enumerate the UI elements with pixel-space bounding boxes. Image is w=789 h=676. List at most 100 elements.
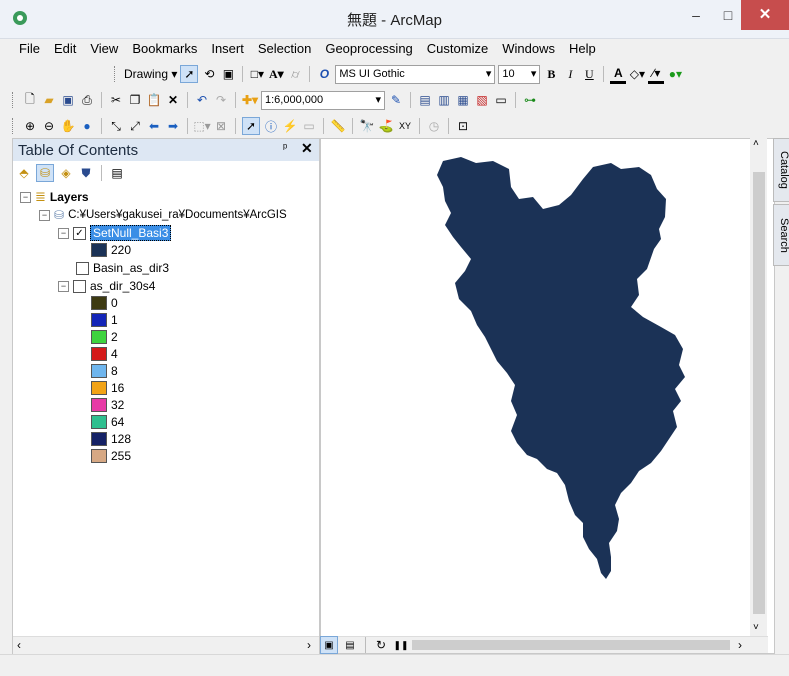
menu-geoprocessing[interactable]: Geoprocessing (318, 41, 419, 59)
underline-icon[interactable]: U (581, 66, 597, 82)
time-slider-icon[interactable]: ◷ (426, 118, 442, 134)
list-by-source-icon[interactable]: ⛁ (36, 164, 54, 182)
list-by-selection-icon[interactable]: ⛊ (78, 165, 94, 181)
fixed-zoom-in-icon[interactable]: ⤡ (108, 118, 124, 134)
measure-icon[interactable]: 📏 (330, 118, 346, 134)
list-by-visibility-icon[interactable]: ◈ (58, 165, 74, 181)
toolbar-grip[interactable] (114, 66, 118, 82)
menu-view[interactable]: View (83, 41, 125, 59)
find-binoculars-icon[interactable]: 🔭 (359, 118, 375, 134)
scroll-right-icon[interactable]: › (307, 638, 311, 652)
forward-arrow-icon[interactable]: ➡ (165, 118, 181, 134)
data-view-icon[interactable]: ▣ (320, 636, 338, 654)
menu-insert[interactable]: Insert (204, 41, 251, 59)
menu-help[interactable]: Help (562, 41, 603, 59)
go-to-xy-icon[interactable]: XY (397, 118, 413, 134)
undo-icon[interactable]: ↶ (194, 92, 210, 108)
full-extent-globe-icon[interactable]: ● (79, 118, 95, 134)
toolbar-grip[interactable] (12, 118, 16, 134)
find-route-icon[interactable]: ⛳ (378, 118, 394, 134)
tree-row-layers[interactable]: − ≣ Layers (20, 189, 89, 205)
layer-visibility-checkbox[interactable]: ✓ (73, 226, 86, 240)
layer-visibility-checkbox[interactable] (76, 261, 89, 275)
scroll-up-icon[interactable]: ˄ (753, 138, 759, 149)
pin-icon[interactable]: ᵖ (283, 142, 287, 154)
identify-icon[interactable]: ⓘ (263, 118, 279, 134)
tree-row-layer[interactable]: − as_dir_30s4 (58, 278, 155, 294)
collapse-icon[interactable]: − (20, 191, 31, 203)
collapse-icon[interactable]: − (39, 209, 50, 221)
scroll-right-icon[interactable]: › (738, 638, 742, 652)
python-window-icon[interactable]: ▭ (493, 92, 509, 108)
font-color-icon[interactable]: A (610, 65, 627, 84)
select-elements-icon[interactable]: ➚ (180, 65, 199, 83)
fixed-zoom-out-icon[interactable]: ⤢ (127, 118, 143, 134)
menu-edit[interactable]: Edit (47, 41, 83, 59)
search-tab[interactable]: Search (773, 204, 789, 266)
refresh-icon[interactable]: ↻ (373, 637, 389, 653)
layer-name[interactable]: Basin_as_dir3 (93, 261, 169, 275)
menu-windows[interactable]: Windows (495, 41, 562, 59)
back-arrow-icon[interactable]: ⬅ (146, 118, 162, 134)
fill-color-icon[interactable]: ◇▾ (629, 66, 645, 82)
vertical-scroll-thumb[interactable] (753, 172, 765, 614)
tree-row-layer[interactable]: − ✓ SetNull_Basi3 (58, 225, 172, 241)
font-name-select[interactable]: MS UI Gothic ▾ (335, 64, 496, 84)
create-viewer-icon[interactable]: ⊡ (455, 118, 471, 134)
layout-view-icon[interactable]: ▤ (342, 637, 358, 653)
cut-icon[interactable]: ✂ (108, 92, 124, 108)
rotate-icon[interactable]: ⟲ (201, 66, 217, 82)
select-features-icon[interactable]: ⬚▾ (193, 118, 210, 134)
paste-icon[interactable]: 📋 (146, 92, 162, 108)
menu-file[interactable]: File (12, 41, 47, 59)
open-folder-icon[interactable]: ▰ (41, 92, 57, 108)
italic-icon[interactable]: I (562, 66, 578, 82)
html-popup-icon[interactable]: ▭ (301, 118, 317, 134)
text-icon[interactable]: A▾ (268, 66, 284, 82)
zoom-in-icon[interactable]: ⊕ (22, 118, 38, 134)
rectangle-icon[interactable]: □▾ (249, 66, 265, 82)
menu-bookmarks[interactable]: Bookmarks (125, 41, 204, 59)
horizontal-scroll-thumb[interactable] (412, 640, 730, 650)
tree-row-workspace[interactable]: − ⛁ C:¥Users¥gakusei_ra¥Documents¥ArcGIS (39, 207, 287, 223)
toolbar-grip[interactable] (12, 92, 16, 108)
pause-drawing-icon[interactable]: ❚❚ (393, 637, 409, 653)
close-window-button[interactable]: ✕ (741, 0, 789, 30)
options-icon[interactable]: ▤ (109, 165, 125, 181)
copy-icon[interactable]: ❐ (127, 92, 143, 108)
pan-hand-icon[interactable]: ✋ (60, 118, 76, 134)
minimize-button[interactable]: – (680, 0, 712, 30)
clear-selection-icon[interactable]: ⊠ (213, 118, 229, 134)
toc-horizontal-scrollbar[interactable]: ‹ › (13, 636, 319, 654)
layer-name[interactable]: SetNull_Basi3 (90, 225, 172, 241)
toc-close-button[interactable]: ✕ (301, 140, 313, 157)
edit-vertices-icon[interactable]: ⌭ (287, 66, 303, 82)
zoom-whole-page-icon[interactable]: ▣ (220, 66, 236, 82)
modelbuilder-icon[interactable]: ⊶ (522, 92, 538, 108)
arctoolbox-icon[interactable]: ▧ (474, 92, 490, 108)
search-window-icon[interactable]: ▦ (455, 92, 471, 108)
redo-icon[interactable]: ↷ (213, 92, 229, 108)
catalog-tab[interactable]: Catalog (773, 138, 789, 202)
delete-icon[interactable]: ✕ (165, 92, 181, 108)
bold-icon[interactable]: B (543, 66, 559, 82)
drawing-menu-button[interactable]: Drawing ▾ (124, 67, 177, 81)
map-view[interactable] (320, 138, 775, 654)
add-data-icon[interactable]: ✚▾ (242, 92, 258, 108)
save-icon[interactable]: ▣ (60, 92, 76, 108)
toc-window-icon[interactable]: ▤ (417, 92, 433, 108)
tree-row-layer[interactable]: Basin_as_dir3 (76, 260, 169, 276)
collapse-icon[interactable]: − (58, 227, 69, 239)
layer-visibility-checkbox[interactable] (73, 279, 86, 293)
catalog-window-icon[interactable]: ▥ (436, 92, 452, 108)
scroll-down-icon[interactable]: ˅ (753, 622, 759, 633)
collapse-icon[interactable]: − (58, 280, 69, 292)
zoom-out-icon[interactable]: ⊖ (41, 118, 57, 134)
font-size-select[interactable]: 10 ▾ (498, 64, 541, 84)
editor-toolbar-icon[interactable]: ✎ (388, 92, 404, 108)
layer-name[interactable]: as_dir_30s4 (90, 279, 155, 293)
scroll-left-icon[interactable]: ‹ (17, 638, 21, 652)
menu-selection[interactable]: Selection (251, 41, 318, 59)
maximize-button[interactable]: □ (712, 0, 744, 30)
menu-customize[interactable]: Customize (420, 41, 495, 59)
